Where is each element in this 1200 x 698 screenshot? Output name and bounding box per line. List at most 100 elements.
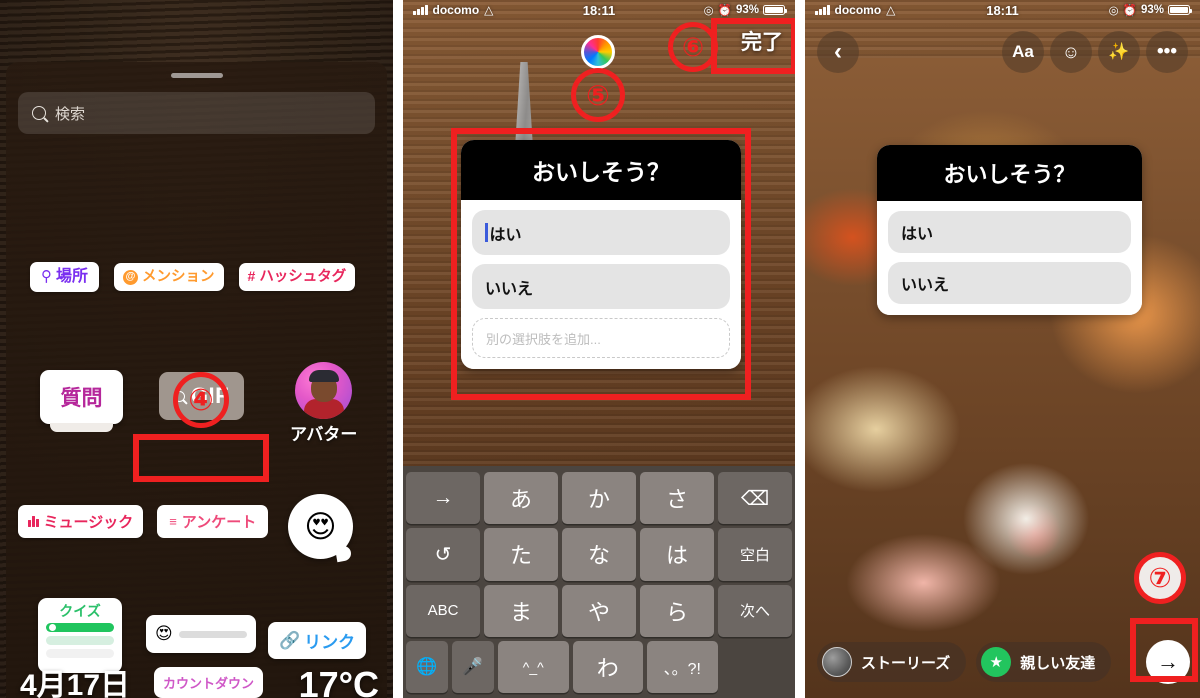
status-bar: docomo △ 18:11 ◎ ⏰ 93%: [403, 0, 795, 20]
key-ra[interactable]: ら: [640, 584, 714, 637]
sticker-countdown[interactable]: カウントダウン: [154, 667, 264, 698]
key-label: た: [509, 543, 532, 569]
key-arrow-right[interactable]: →: [406, 472, 480, 525]
at-sign-icon: @: [123, 269, 139, 285]
key-a[interactable]: あ: [484, 472, 558, 525]
location-pin-icon: ⚲: [41, 267, 52, 285]
status-right: ◎ ⏰ 93%: [1109, 3, 1192, 17]
battery-icon: [1168, 4, 1192, 16]
key-wa[interactable]: わ: [572, 640, 643, 693]
key-label: 空白: [739, 546, 770, 564]
share-stories-label: ストーリーズ: [861, 654, 951, 672]
poll-option-2-label: いいえ: [901, 277, 950, 294]
quiz-option-3: [46, 649, 114, 659]
location-services-icon: ◎: [703, 5, 714, 17]
key-label: ^_^: [522, 658, 544, 675]
battery-percent: 93%: [1140, 4, 1164, 16]
search-input[interactable]: 検索: [18, 92, 375, 134]
key-ya[interactable]: や: [562, 584, 636, 637]
poll-options-list: はい いいえ: [877, 201, 1142, 315]
status-bar: docomo △ 18:11 ◎ ⏰ 93%: [805, 0, 1200, 20]
key-label: →: [432, 486, 454, 510]
poll-icon: ≡: [169, 514, 177, 529]
more-dots-icon[interactable]: •••: [1146, 31, 1188, 73]
sticker-emoji-slider[interactable]: 😍: [146, 615, 256, 653]
sticker-music-label: ミュージック: [43, 514, 134, 531]
key-mic[interactable]: 🎤: [452, 640, 494, 693]
key-ka[interactable]: か: [562, 472, 636, 525]
battery-icon: [763, 4, 787, 16]
hash-icon: #: [247, 268, 256, 285]
sticker-mention[interactable]: @ メンション: [114, 262, 224, 292]
panel-divider: [795, 0, 805, 698]
key-label: あ: [509, 487, 532, 513]
poll-option-1[interactable]: はい: [888, 211, 1131, 253]
search-icon: [32, 106, 46, 120]
annotation-marker-5: ⑤: [571, 68, 625, 122]
sticker-date[interactable]: 4月17日: [20, 660, 130, 698]
key-undo[interactable]: ↺: [406, 528, 480, 581]
poll-option-2[interactable]: いいえ: [888, 262, 1131, 304]
key-label: か: [587, 487, 610, 513]
status-right: ◎ ⏰ 93%: [703, 3, 787, 17]
key-ha[interactable]: は: [640, 528, 714, 581]
share-stories-button[interactable]: ストーリーズ: [817, 642, 967, 682]
slider-track[interactable]: [178, 630, 247, 638]
avatar: [295, 362, 353, 419]
key-kaomoji[interactable]: ^_^: [498, 640, 569, 693]
battery-percent: 93%: [735, 4, 759, 16]
sticker-hashtag[interactable]: # ハッシュタグ: [238, 262, 356, 292]
quiz-option-2: [46, 636, 114, 646]
done-button[interactable]: 完了: [741, 26, 783, 56]
sticker-quiz-label: クイズ: [59, 603, 101, 619]
avatar-cap-icon: [308, 370, 339, 382]
poll-question: おいしそう？: [877, 145, 1142, 201]
key-abc[interactable]: ABC: [406, 584, 480, 637]
tray-grabber[interactable]: [170, 73, 223, 78]
sticker-link[interactable]: 🔗 リンク: [268, 622, 367, 659]
annotation-marker-7: ⑦: [1134, 552, 1186, 604]
annotation-box-poll-card: [451, 128, 751, 400]
panel-sticker-tray: 検索 ⚲ 場所 @ メンション # ハッシュタグ 質問 GIF アバター ミュー…: [0, 0, 393, 698]
key-ma[interactable]: ま: [484, 584, 558, 637]
backspace-icon: ⌫: [740, 487, 770, 510]
sticker-temperature[interactable]: 17°C: [299, 664, 379, 698]
sparkles-icon[interactable]: ✨: [1098, 31, 1140, 73]
undo-icon: ↺: [434, 543, 452, 566]
sticker-music[interactable]: ミュージック: [18, 505, 144, 538]
color-wheel-button[interactable]: [581, 35, 615, 69]
annotation-marker-4: ④: [173, 372, 229, 428]
annotation-box-send: [1130, 618, 1198, 682]
annotation-box-poll-sticker: [133, 434, 269, 482]
key-label: 、。?!: [663, 660, 701, 678]
key-na[interactable]: な: [562, 528, 636, 581]
key-label: わ: [596, 655, 619, 681]
annotation-marker-6-label: ⑥: [681, 31, 704, 62]
poll-preview-card[interactable]: おいしそう？ はい いいえ: [877, 145, 1142, 315]
key-sa[interactable]: さ: [640, 472, 714, 525]
sticker-avatar[interactable]: アバター: [290, 362, 357, 445]
sticker-hashtag-label: ハッシュタグ: [259, 268, 347, 285]
sticker-location[interactable]: ⚲ 場所: [30, 262, 100, 292]
panel-story-preview: docomo △ 18:11 ◎ ⏰ 93% ‹ Aa ☺ ✨ ••• おいしそ…: [805, 0, 1200, 698]
sticker-question[interactable]: 質問: [40, 370, 123, 432]
key-ta[interactable]: た: [484, 528, 558, 581]
keyboard-row: 🌐 🎤 ^_^ わ 、。?!: [406, 640, 792, 693]
key-backspace[interactable]: ⌫: [718, 472, 792, 525]
share-close-friends-button[interactable]: ★ 親しい友達: [976, 642, 1112, 682]
sticker-poll-label: アンケート: [181, 514, 257, 531]
key-punctuation[interactable]: 、。?!: [647, 640, 718, 693]
key-globe[interactable]: 🌐: [406, 640, 448, 693]
text-tool-label: Aa: [1012, 42, 1034, 61]
sticker-poll[interactable]: ≡ アンケート: [157, 505, 269, 538]
search-placeholder: 検索: [55, 105, 86, 123]
sticker-emoji-reaction[interactable]: 😍: [288, 494, 353, 559]
text-tool-button[interactable]: Aa: [1002, 31, 1044, 73]
key-space[interactable]: 空白: [718, 528, 792, 581]
key-next[interactable]: 次へ: [718, 584, 792, 637]
sticker-smiley-icon[interactable]: ☺: [1050, 31, 1092, 73]
back-chevron-icon[interactable]: ‹: [817, 31, 859, 73]
japanese-keyboard: → あ か さ ⌫ ↺ た な は 空白 ABC ま や ら 次へ 🌐 🎤 ^_…: [403, 466, 795, 698]
key-label: ABC: [427, 602, 459, 620]
stories-avatar-icon: [822, 647, 852, 677]
